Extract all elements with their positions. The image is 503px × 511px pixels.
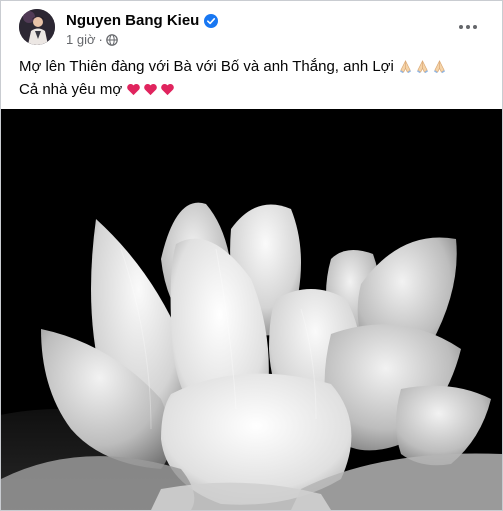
folded-hands-icon <box>433 60 445 74</box>
folded-hands-icon <box>416 60 428 74</box>
red-heart-icon <box>161 83 175 96</box>
post-text-line-1: Mợ lên Thiên đàng với Bà với Bố và anh T… <box>19 58 394 75</box>
avatar-image <box>19 9 55 45</box>
heart-emoji-group <box>126 82 175 97</box>
more-options-icon <box>459 25 477 29</box>
red-heart-icon <box>127 83 141 96</box>
more-options-button[interactable] <box>454 13 482 41</box>
pray-emoji-group <box>398 59 447 74</box>
author-name[interactable]: Nguyen Bang Kieu <box>66 12 199 29</box>
meta-separator: · <box>98 32 103 47</box>
post-text-line-2: Cả nhà yêu mợ <box>19 81 123 98</box>
globe-icon[interactable] <box>106 33 118 46</box>
verified-badge-icon <box>204 13 219 28</box>
white-lotus-image <box>1 109 502 510</box>
facebook-post-card: Nguyen Bang Kieu 1 giờ · Mợ lên Thiên đà… <box>0 0 503 511</box>
post-header: Nguyen Bang Kieu 1 giờ · <box>19 9 490 53</box>
post-message: Mợ lên Thiên đàng với Bà với Bố và anh T… <box>19 55 488 101</box>
author-avatar[interactable] <box>19 9 55 45</box>
red-heart-icon <box>144 83 158 96</box>
post-timestamp[interactable]: 1 giờ <box>66 32 96 47</box>
post-photo-lotus[interactable] <box>1 109 502 510</box>
folded-hands-icon <box>399 60 411 74</box>
